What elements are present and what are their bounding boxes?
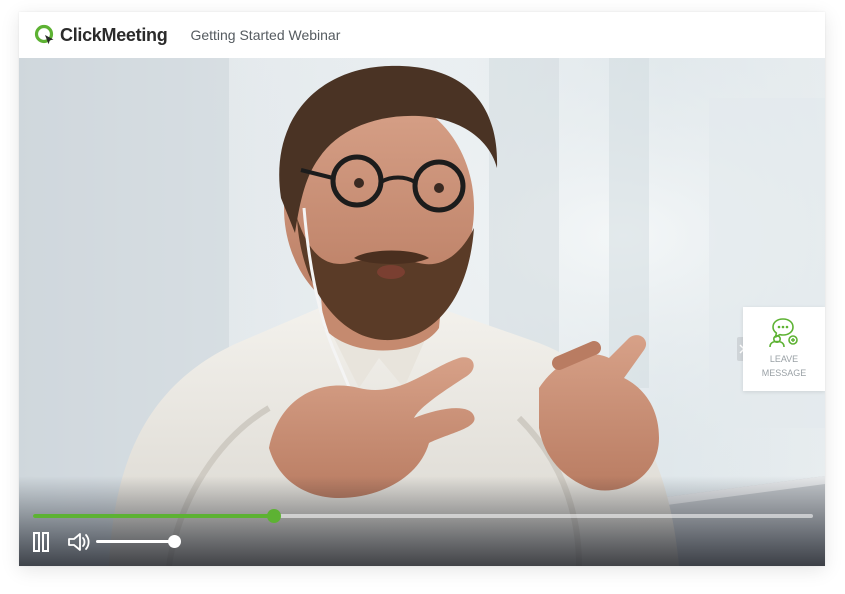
webinar-window: ClickMeeting Getting Started Webinar LEA… — [19, 12, 825, 566]
leave-message-button[interactable]: LEAVE MESSAGE — [743, 307, 825, 391]
volume-slider[interactable] — [96, 535, 181, 548]
volume-knob[interactable] — [168, 535, 181, 548]
video-stream[interactable]: LEAVE MESSAGE — [19, 58, 825, 566]
clickmeeting-logo-icon — [34, 24, 54, 45]
leave-message-label: LEAVE MESSAGE — [761, 354, 807, 378]
controls-overlay — [19, 476, 825, 566]
progress-knob[interactable] — [267, 509, 282, 523]
webinar-title: Getting Started Webinar — [190, 27, 341, 43]
clickmeeting-logo[interactable]: ClickMeeting — [34, 24, 168, 46]
logo-text: ClickMeeting — [60, 24, 168, 45]
volume-icon[interactable] — [67, 531, 91, 553]
header-bar: ClickMeeting Getting Started Webinar — [19, 12, 825, 58]
pause-icon[interactable] — [33, 532, 49, 552]
chat-person-icon — [769, 318, 798, 348]
progress-fill — [33, 514, 275, 518]
progress-bar[interactable] — [33, 509, 813, 523]
